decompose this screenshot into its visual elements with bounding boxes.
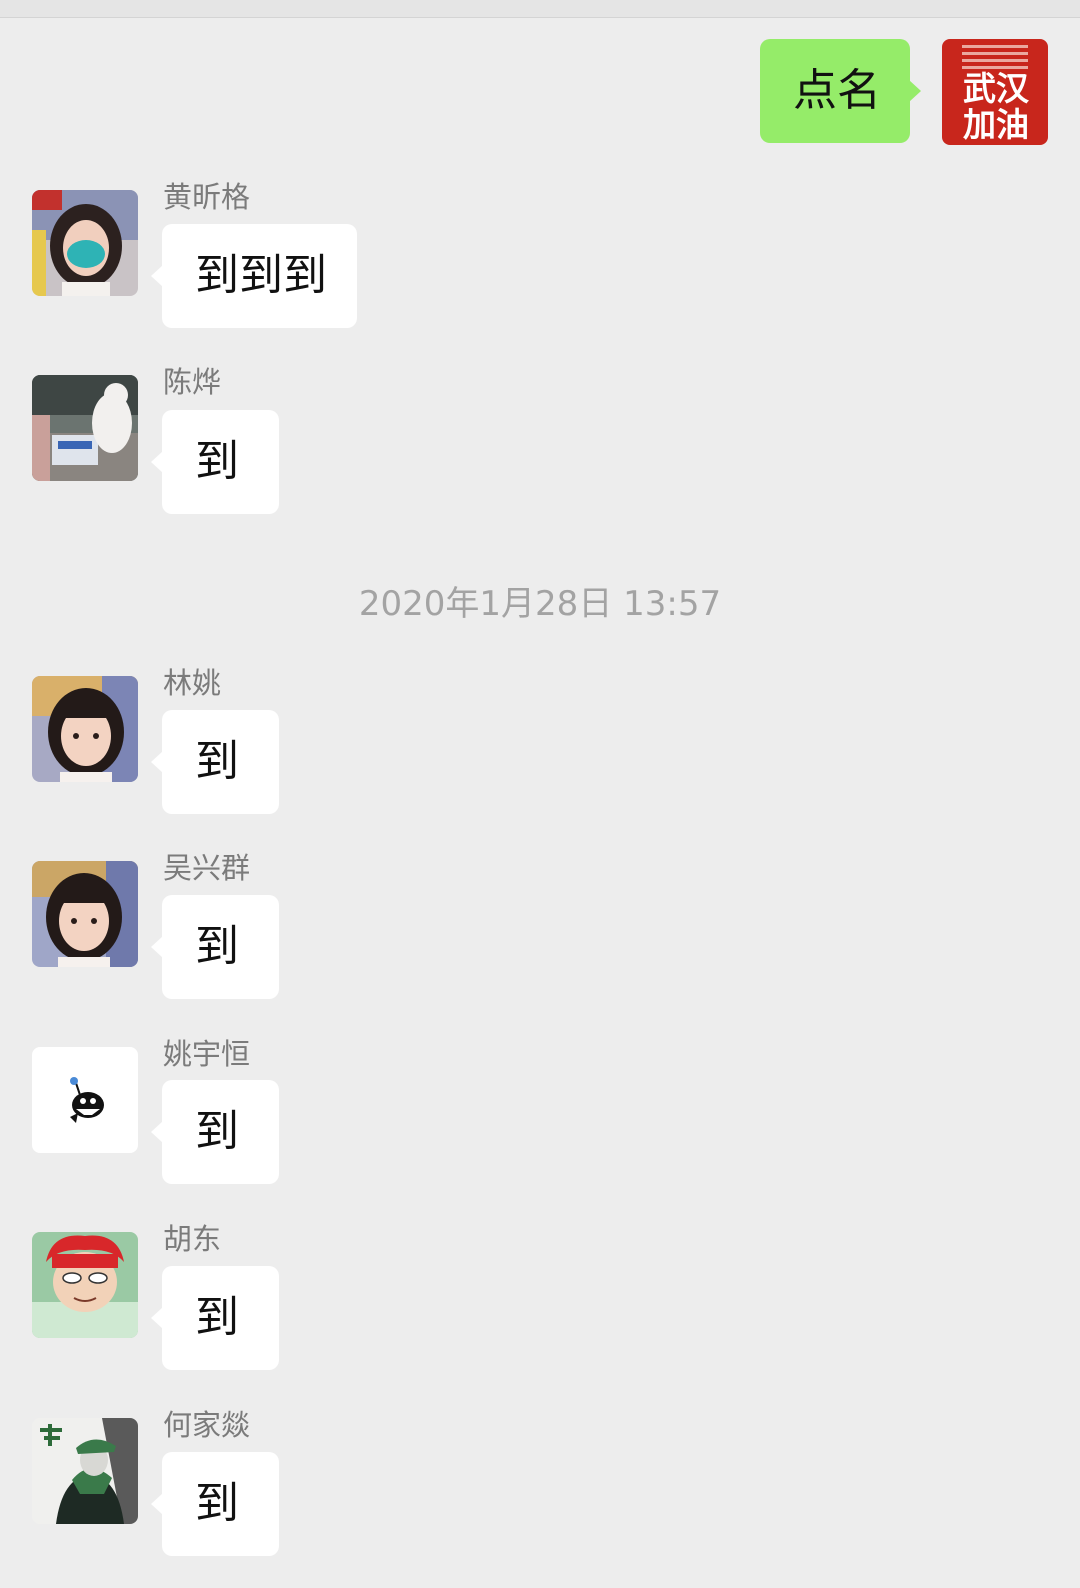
sender-name: 黄昕格 [163,180,251,214]
avatar-huang-xinge[interactable] [32,190,138,296]
avatar-chen-ye[interactable] [32,375,138,481]
avatar-yao-yuheng[interactable] [32,1047,138,1153]
avatar-hu-dong[interactable] [32,1232,138,1338]
top-divider [0,0,1080,18]
sender-name: 何家燚 [163,1408,251,1442]
message-bubble[interactable]: 到 [151,710,279,814]
outgoing-message-bubble[interactable]: 点名 [760,39,921,143]
sender-name: 吴兴群 [163,851,251,885]
avatar-wu-xingqun[interactable] [32,861,138,967]
sender-name: 胡东 [163,1222,222,1256]
time-divider: 2020年1月28日 13:57 [358,584,722,624]
message-bubble[interactable]: 到 [151,1452,279,1556]
sender-name: 陈烨 [163,365,222,399]
message-bubble[interactable]: 到 [151,895,279,999]
message-bubble[interactable]: 到 [151,1266,279,1370]
avatar-he-jiayi[interactable] [32,1418,138,1524]
avatar-lin-yao[interactable] [32,676,138,782]
message-bubble[interactable]: 到到到 [151,224,357,328]
sender-name: 林姚 [163,666,222,700]
self-avatar[interactable]: 武汉加油 [942,39,1048,145]
message-bubble[interactable]: 到 [151,1080,279,1184]
message-bubble[interactable]: 到 [151,410,279,514]
avatar-wuhan-text: 武汉加油 [963,69,1029,144]
sender-name: 姚宇恒 [163,1037,251,1071]
